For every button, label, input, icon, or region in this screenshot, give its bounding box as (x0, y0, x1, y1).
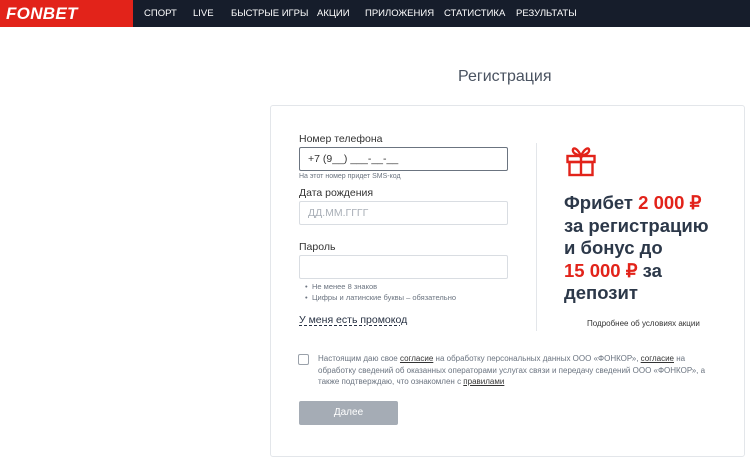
password-label: Пароль (299, 241, 336, 253)
nav-fast-games[interactable]: БЫСТРЫЕ ИГРЫ (231, 0, 308, 27)
password-rule: Цифры и латинские буквы – обязательно (305, 292, 456, 303)
gift-icon (566, 147, 596, 177)
nav-statistics[interactable]: СТАТИСТИКА (444, 0, 505, 27)
dob-label: Дата рождения (299, 187, 374, 199)
password-input[interactable] (299, 255, 508, 279)
phone-hint: На этот номер придет SMS-код (299, 173, 401, 180)
bonus-promo-text: Фрибет 2 000 ₽ за регистрацию и бонус до… (564, 192, 734, 305)
promo-line3: и бонус до (564, 237, 663, 258)
promo-line4-b: за (637, 259, 662, 281)
promo-bonus-amount: 15 000 ₽ (564, 259, 638, 281)
nav-live[interactable]: LIVE (193, 0, 214, 27)
consent-link[interactable]: согласие (641, 354, 674, 363)
top-navigation-bar: FONBET СПОРТ LIVE БЫСТРЫЕ ИГРЫ АКЦИИ ПРИ… (0, 0, 750, 27)
promo-terms-link[interactable]: Подробнее об условиях акции (587, 319, 700, 328)
promo-freebet-amount: 2 000 ₽ (638, 192, 702, 213)
promo-line2: за регистрацию (564, 214, 709, 236)
promo-line1-a: Фрибет (564, 192, 639, 213)
consent-text: Настоящим даю свое согласие на обработку… (318, 353, 713, 388)
nav-sport[interactable]: СПОРТ (144, 0, 177, 27)
promo-code-link[interactable]: У меня есть промокод (299, 314, 407, 326)
consent-part: Настоящим даю свое (318, 354, 400, 363)
consent-link[interactable]: согласие (400, 354, 433, 363)
rules-link[interactable]: правилами (463, 377, 504, 386)
dob-input[interactable]: ДД.ММ.ГГГГ (299, 201, 508, 225)
consent-checkbox[interactable] (298, 354, 309, 365)
nav-promotions[interactable]: АКЦИИ (317, 0, 350, 27)
consent-part: на обработку персональных данных ООО «ФО… (433, 354, 641, 363)
nav-results[interactable]: РЕЗУЛЬТАТЫ (516, 0, 577, 27)
promo-line5: депозит (564, 282, 638, 303)
page-title: Регистрация (458, 68, 552, 85)
column-divider (536, 143, 537, 331)
fonbet-logo[interactable]: FONBET (0, 0, 133, 27)
phone-label: Номер телефона (299, 133, 383, 145)
password-rule: Не менее 8 знаков (305, 281, 456, 292)
nav-apps[interactable]: ПРИЛОЖЕНИЯ (365, 0, 434, 27)
phone-input[interactable]: +7 (9__) ___-__-__ (299, 147, 508, 171)
password-rules: Не менее 8 знаков Цифры и латинские букв… (305, 281, 456, 303)
next-button[interactable]: Далее (299, 401, 398, 425)
